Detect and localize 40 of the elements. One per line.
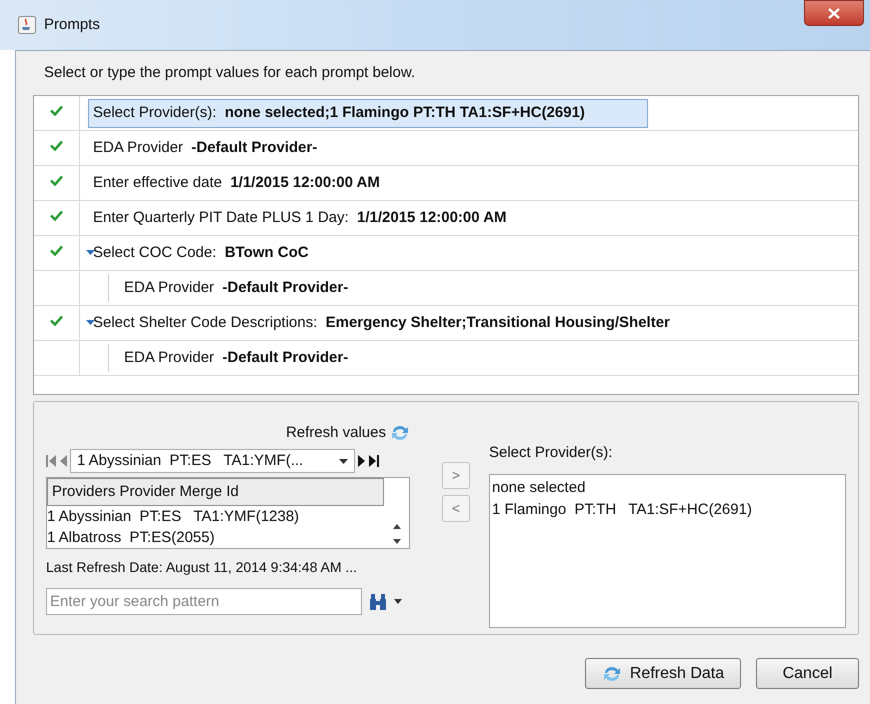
search-field[interactable]: Enter your search pattern: [46, 588, 362, 615]
java-cup-icon: [18, 16, 36, 34]
list-item[interactable]: none selected: [492, 476, 845, 498]
dialog-button[interactable]: Cancel: [756, 658, 859, 689]
last-page-icon[interactable]: [369, 455, 379, 467]
scroll-up-icon[interactable]: [393, 524, 401, 529]
scroll-down-icon[interactable]: [393, 539, 401, 544]
select-providers-label: Select Provider(s):: [489, 443, 614, 463]
table-row[interactable]: 1 Albatross PT:ES(2055): [47, 527, 385, 548]
binoculars-icon[interactable]: [368, 592, 388, 610]
last-refresh-text: Last Refresh Date: August 11, 2014 9:34:48 AM ...: [46, 558, 358, 577]
refresh-values-link[interactable]: Refresh values: [286, 422, 386, 444]
prompt-item[interactable]: Select Shelter Code Descriptions: Emergency Shelter;Transitional Housing/Shelter: [88, 308, 675, 338]
list-item[interactable]: 1 Flamingo PT:TH TA1:SF+HC(2691): [492, 498, 845, 520]
prompt-item[interactable]: EDA Provider -Default Provider-: [119, 274, 354, 302]
table-row[interactable]: 1 Abyssinian PT:ES TA1:YMF(1238): [47, 506, 385, 527]
prompt-item[interactable]: EDA Provider -Default Provider-: [88, 134, 322, 162]
dropdown-icon: [339, 458, 348, 464]
window-title: Prompts: [44, 14, 100, 35]
column-header[interactable]: Providers Provider Merge Id: [47, 478, 384, 506]
move-button[interactable]: >: [442, 462, 470, 489]
prompt-item[interactable]: Select Provider(s): none selected;1 Flamingo PT:TH TA1:SF+HC(2691): [88, 98, 648, 128]
first-page-icon[interactable]: [46, 455, 56, 467]
dropdown-icon[interactable]: [394, 599, 402, 604]
close-button[interactable]: [804, 0, 864, 26]
refresh-icon: [602, 664, 622, 682]
previous-icon[interactable]: [59, 455, 67, 467]
prompt-item[interactable]: EDA Provider -Default Provider-: [119, 344, 354, 372]
expand-icon[interactable]: [86, 250, 95, 256]
provider-combo[interactable]: 1 Abyssinian PT:ES TA1:YMF(...: [70, 449, 355, 473]
next-icon[interactable]: [358, 455, 366, 467]
prompt-item[interactable]: Select COC Code: BTown CoC: [88, 238, 314, 268]
dialog-button[interactable]: Refresh Data: [585, 658, 741, 689]
expand-icon[interactable]: [86, 320, 95, 326]
instruction-text: Select or type the prompt values for each prompt below.: [43, 62, 416, 83]
close-icon: [828, 8, 840, 18]
prompt-item[interactable]: Enter effective date 1/1/2015 12:00:00 AM: [88, 168, 385, 198]
move-button[interactable]: <: [442, 495, 470, 522]
refresh-icon: [390, 424, 410, 442]
prompt-item[interactable]: Enter Quarterly PIT Date PLUS 1 Day: 1/1/2015 12:00:00 AM: [88, 204, 512, 232]
